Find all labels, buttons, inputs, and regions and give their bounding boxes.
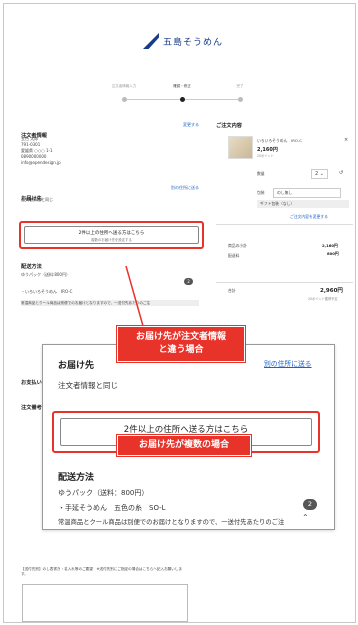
zoom-method-title: 配送方法 [58, 473, 95, 483]
checkout-page: 五島そうめん 注文者情報入力 確認・修正 完了 注文者情報 変更する 五色 太郎… [3, 3, 356, 623]
zoom-item: ・手延そうめん 五色の糸 SO-L [58, 504, 166, 512]
zoom-same-as-orderer: 注文者情報と同じ [58, 381, 118, 390]
textarea-label: 【送付先別】のし表書き・名入れ等のご要望 ※送付先別にご指定の場合はこちらへ記入… [21, 567, 183, 576]
zoom-method-value: ゆうパック（送料：800円） [58, 489, 149, 497]
zoom-count-badge: 2 [303, 499, 317, 510]
zoom-multi-label: 2件以上の住所へ送る方はこちら [123, 425, 249, 435]
remarks-title: 注文備考 [21, 405, 42, 411]
zoom-other-address-link[interactable]: 別の住所に送る [264, 358, 312, 368]
zoom-note: 常温商品とクール商品は別便でのお届けとなりますので、一送付先あたりのご注 [58, 519, 285, 526]
callout-different-address: お届け先が注文者情報 と違う場合 [117, 326, 245, 362]
zoom-shipping-title: お届け先 [58, 361, 95, 371]
gift-remarks-textarea[interactable] [22, 584, 188, 622]
chevron-up-icon[interactable]: ⌃ [302, 513, 309, 522]
callout-multiple-addresses: お届け先が複数の場合 [117, 435, 251, 456]
